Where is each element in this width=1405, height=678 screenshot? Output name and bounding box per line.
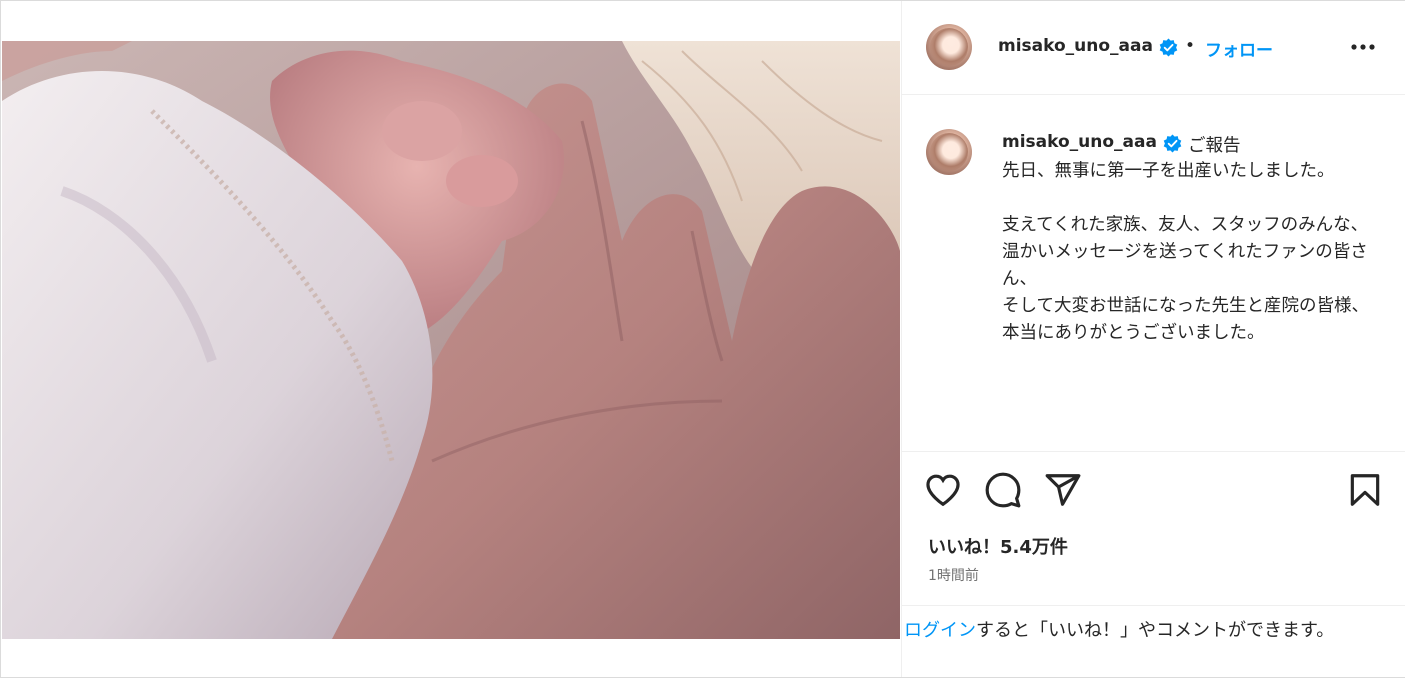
verified-badge-icon: [1159, 38, 1178, 57]
caption-author-avatar[interactable]: [926, 129, 972, 175]
instagram-post-embed: misako_uno_aaa • フォロー misako_uno_aaa ご報告…: [0, 0, 1405, 678]
caption-text: 先日、無事に第一子を出産いたしました。 支えてくれた家族、友人、スタッフのみんな…: [1002, 161, 1369, 343]
login-prompt: ログインすると「いいね！」やコメントができます。: [902, 605, 1405, 678]
login-prompt-text: ログインすると「いいね！」やコメントができます。: [904, 616, 1384, 645]
login-prompt-message: すると「いいね！」やコメントができます。: [976, 620, 1335, 641]
author-username[interactable]: misako_uno_aaa: [998, 36, 1153, 56]
share-icon[interactable]: [1044, 471, 1082, 509]
action-bar: [902, 461, 1405, 517]
follow-button[interactable]: フォロー: [1205, 36, 1273, 61]
login-link[interactable]: ログイン: [904, 620, 976, 641]
separator-dot: •: [1185, 36, 1196, 56]
post-panel: misako_uno_aaa • フォロー misako_uno_aaa ご報告…: [901, 1, 1405, 677]
post-header: misako_uno_aaa • フォロー: [902, 1, 1405, 95]
author-avatar[interactable]: [926, 24, 972, 70]
bookmark-icon[interactable]: [1346, 471, 1384, 509]
comment-icon[interactable]: [984, 471, 1022, 509]
like-count[interactable]: いいね！5.4万件: [928, 533, 1068, 559]
caption-section: misako_uno_aaa ご報告 先日、無事に第一子を出産いたしました。 支…: [902, 95, 1405, 452]
caption-author-username[interactable]: misako_uno_aaa: [1002, 132, 1157, 152]
caption-title: ご報告: [1188, 136, 1241, 156]
heart-icon[interactable]: [924, 471, 962, 509]
post-media: [2, 1, 900, 677]
post-timestamp[interactable]: 1時間前: [928, 565, 979, 585]
more-options-icon[interactable]: [1349, 35, 1377, 59]
verified-badge-icon: [1163, 134, 1182, 153]
photo-baby-hand-in-palm: [2, 41, 900, 639]
post-photo[interactable]: [2, 41, 900, 639]
